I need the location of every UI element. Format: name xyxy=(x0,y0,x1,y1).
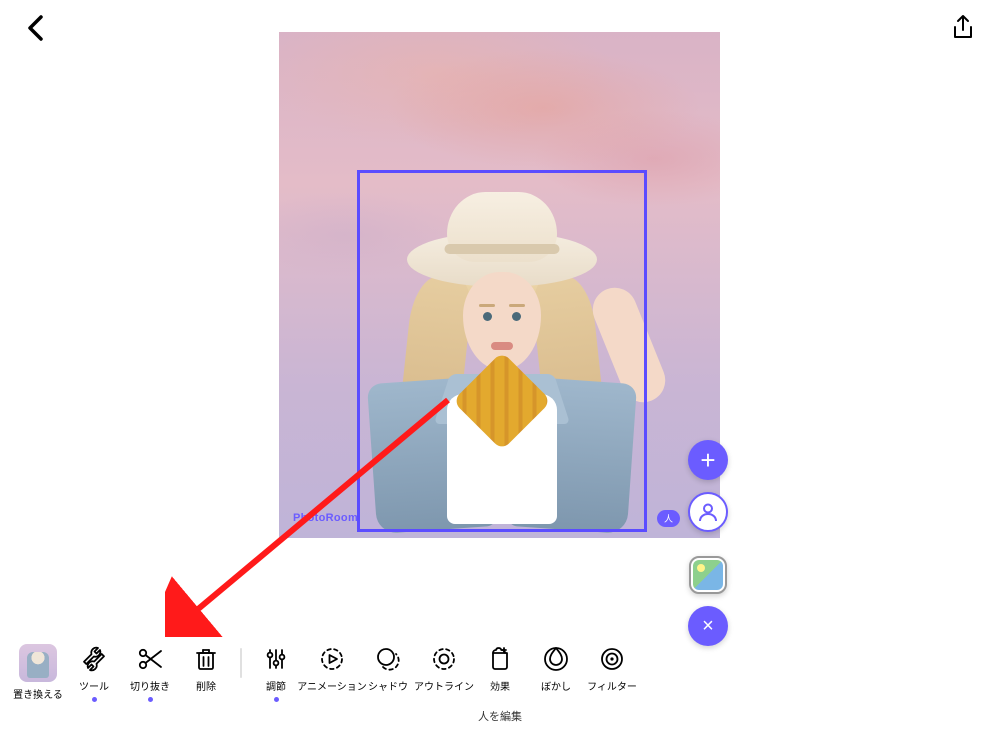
tool-label: アニメーション xyxy=(297,678,367,693)
tool-label: 置き換える xyxy=(13,686,63,701)
tool-label: シャドウ xyxy=(368,678,408,693)
tool-label: ぼかし xyxy=(541,678,571,693)
anim-icon xyxy=(317,644,347,674)
tool-shadow[interactable]: シャドウ xyxy=(360,644,416,693)
tool-label: 切り抜き xyxy=(130,678,170,693)
wrench-icon xyxy=(79,644,109,674)
effect-icon xyxy=(485,644,515,674)
tool-tools[interactable]: ツール xyxy=(66,644,122,702)
indicator-dot xyxy=(148,697,153,702)
person-icon xyxy=(697,501,719,523)
close-layers-button[interactable]: × xyxy=(688,606,728,646)
tool-label: アウトライン xyxy=(414,678,474,693)
tool-label: フィルター xyxy=(587,678,637,693)
share-icon xyxy=(951,14,975,42)
tool-adjust[interactable]: 調節 xyxy=(248,644,304,702)
add-layer-button[interactable]: + xyxy=(688,440,728,480)
replace-thumb-icon xyxy=(19,644,57,682)
tool-blur[interactable]: ぼかし xyxy=(528,644,584,693)
indicator-dot xyxy=(92,697,97,702)
tool-effect[interactable]: 効果 xyxy=(472,644,528,693)
shadow-icon xyxy=(373,644,403,674)
trash-icon xyxy=(191,644,221,674)
blur-icon xyxy=(541,644,571,674)
tool-label: 削除 xyxy=(196,678,216,693)
status-label: 人を編集 xyxy=(0,708,1000,724)
watermark: PhotoRoom xyxy=(293,512,358,524)
person-layer-button[interactable] xyxy=(688,492,728,532)
outline-icon xyxy=(429,644,459,674)
tool-delete[interactable]: 削除 xyxy=(178,644,234,693)
selection-box[interactable] xyxy=(357,170,647,532)
background-layer-button[interactable] xyxy=(689,556,727,594)
tool-filter[interactable]: フィルター xyxy=(584,644,640,693)
sliders-icon xyxy=(261,644,291,674)
tool-label: 効果 xyxy=(490,678,510,693)
tool-label: 調節 xyxy=(266,678,286,693)
edit-canvas[interactable]: PhotoRoom xyxy=(279,32,720,538)
chevron-left-icon xyxy=(25,14,47,42)
indicator-dot xyxy=(274,697,279,702)
picture-icon xyxy=(693,560,723,590)
tool-replace[interactable]: 置き換える xyxy=(10,644,66,701)
scissors-icon xyxy=(135,644,165,674)
toolbar-separator xyxy=(240,648,242,678)
filter-icon xyxy=(597,644,627,674)
bottom-toolbar: 置き換えるツール切り抜き削除調節アニメーションシャドウアウトライン効果ぼかしフィ… xyxy=(0,644,1000,702)
back-button[interactable] xyxy=(25,14,47,42)
tool-outline[interactable]: アウトライン xyxy=(416,644,472,693)
person-layer-badge: 人 xyxy=(657,510,680,527)
tool-cutout[interactable]: 切り抜き xyxy=(122,644,178,702)
tool-label: ツール xyxy=(79,678,109,693)
share-button[interactable] xyxy=(951,14,975,42)
tool-animation[interactable]: アニメーション xyxy=(304,644,360,693)
layer-panel: + 人 × xyxy=(679,440,737,658)
